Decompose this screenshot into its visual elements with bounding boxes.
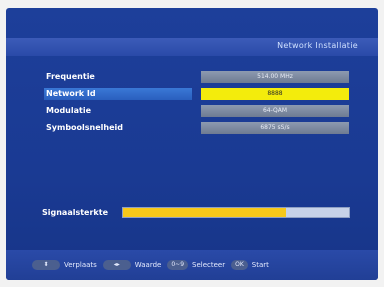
symbol-rate-value[interactable]: 6875 sS/s [201, 122, 349, 134]
row-label: Network Id [44, 88, 192, 100]
frequency-value[interactable]: 514.00 MHz [201, 71, 349, 83]
row-label: Modulatie [46, 106, 92, 115]
select-hint: Selecteer [192, 261, 226, 269]
signal-strength-bar [122, 207, 350, 218]
ok-key-icon: OK [231, 260, 248, 270]
start-hint: Start [251, 261, 269, 269]
signal-strength-fill [123, 208, 286, 217]
row-network-id[interactable]: Network Id 8888 [44, 88, 349, 100]
row-label: Symboolsnelheid [46, 123, 123, 132]
left-right-key-icon: ◂▸ [102, 260, 131, 270]
network-id-value[interactable]: 8888 [201, 88, 349, 100]
row-frequentie[interactable]: Frequentie 514.00 MHz [44, 71, 349, 83]
row-symboolsnelheid[interactable]: Symboolsnelheid 6875 sS/s [44, 122, 349, 134]
row-modulatie[interactable]: Modulatie 64-QAM [44, 105, 349, 117]
number-keys-icon: 0~9 [167, 260, 189, 270]
signal-strength-label: Signaalsterkte [42, 208, 108, 217]
move-hint: Verplaats [64, 261, 97, 269]
modulation-value[interactable]: 64-QAM [201, 105, 349, 117]
value-hint: Waarde [134, 261, 162, 269]
footer-bar: ⬍ Verplaats ◂▸ Waarde 0~9 Selecteer OK S… [6, 250, 378, 280]
page-title: Network Installatie [277, 41, 358, 50]
tv-menu-screen: Network Installatie Frequentie 514.00 MH… [6, 8, 378, 280]
footer-hints: ⬍ Verplaats ◂▸ Waarde 0~9 Selecteer OK S… [32, 259, 271, 271]
row-label: Frequentie [46, 72, 95, 81]
up-down-key-icon: ⬍ [32, 260, 60, 270]
